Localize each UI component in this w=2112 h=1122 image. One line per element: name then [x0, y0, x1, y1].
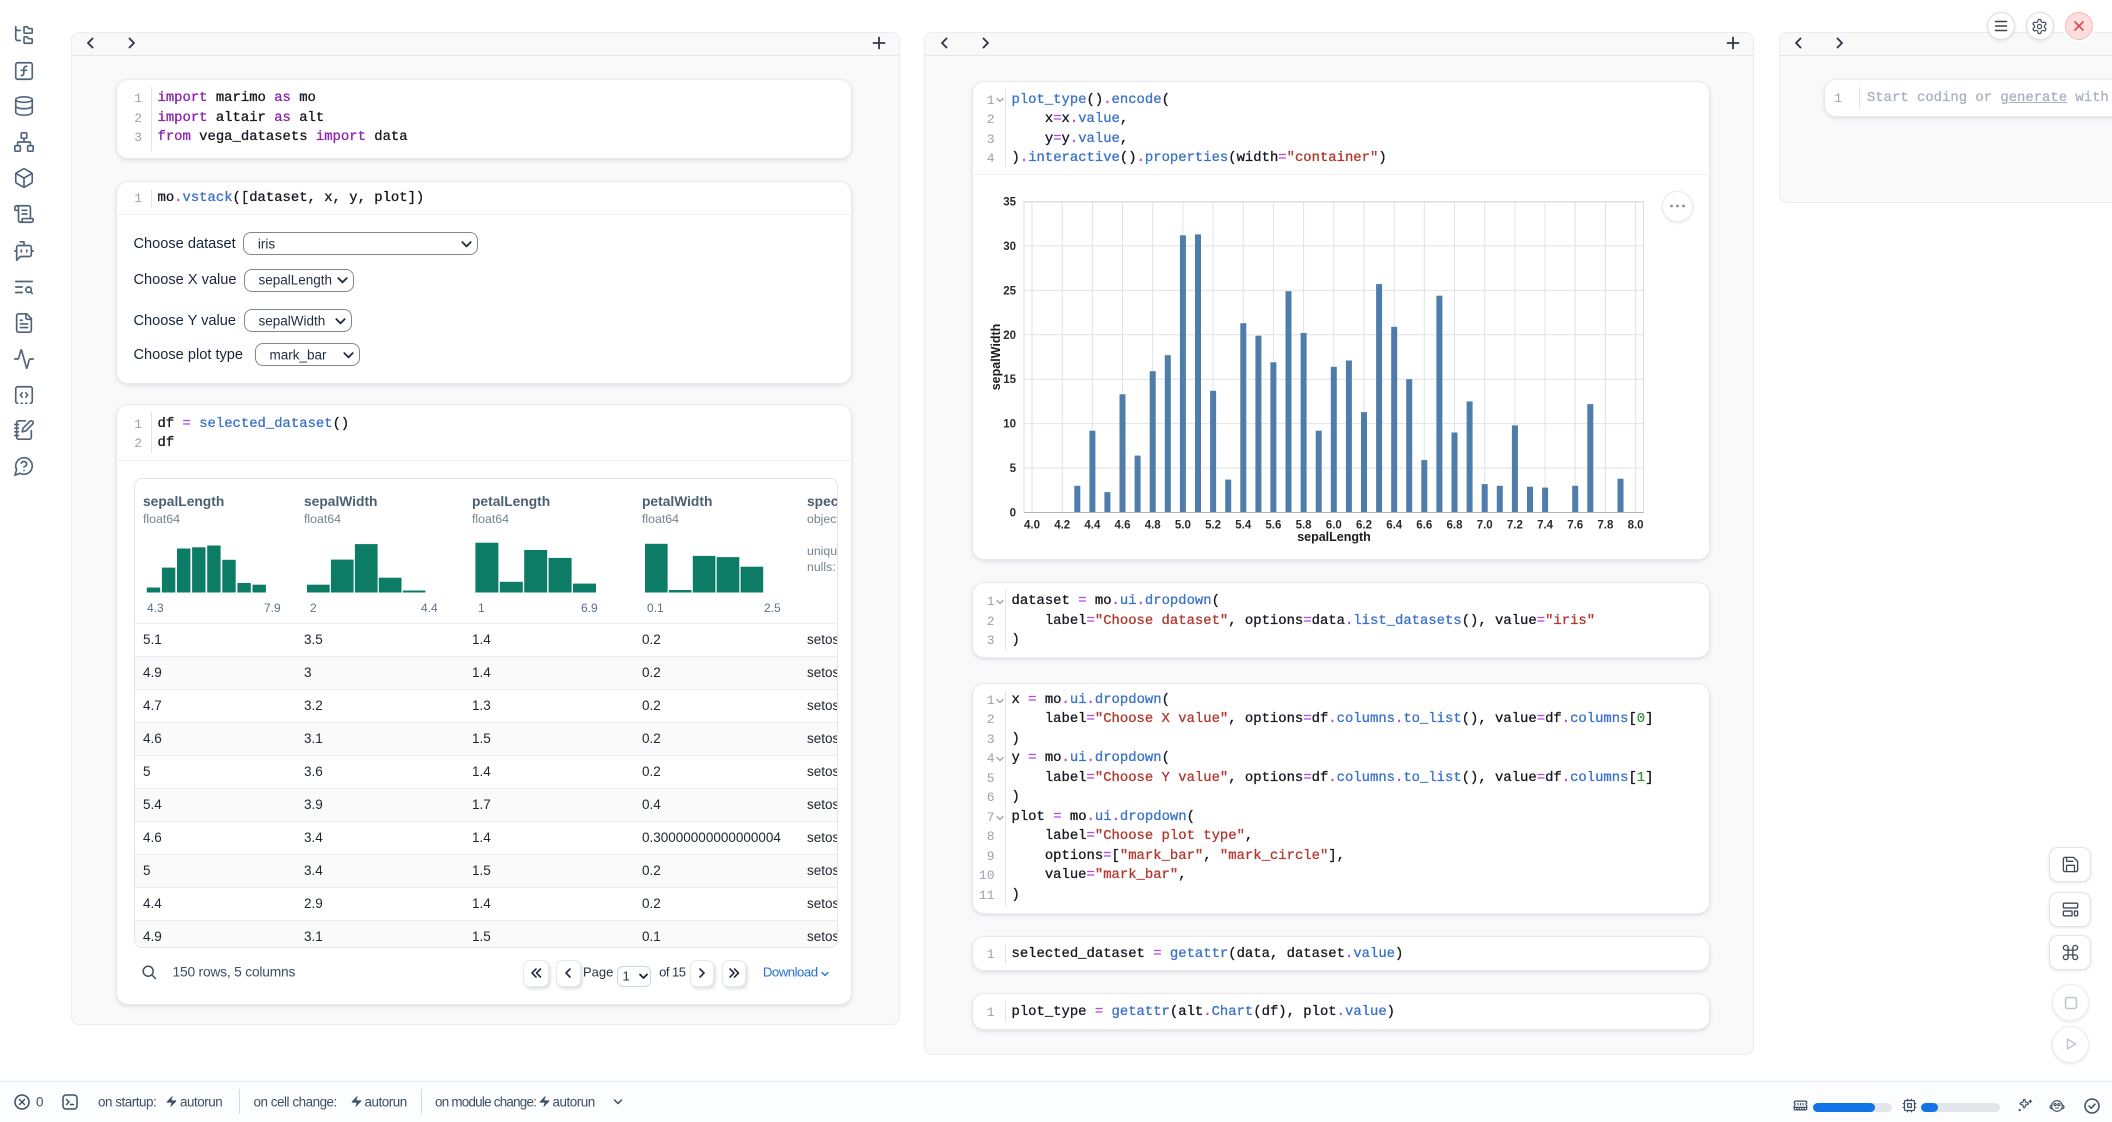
svg-text:7.4: 7.4 — [1537, 520, 1554, 532]
svg-text:4.4: 4.4 — [1084, 520, 1101, 532]
svg-text:25: 25 — [1003, 285, 1016, 297]
svg-text:4.6: 4.6 — [1115, 520, 1131, 532]
svg-text:5.2: 5.2 — [1205, 520, 1221, 532]
svg-text:30: 30 — [1003, 241, 1016, 253]
svg-text:4.8: 4.8 — [1145, 520, 1162, 532]
svg-text:20: 20 — [1003, 330, 1016, 342]
svg-text:7.2: 7.2 — [1507, 520, 1523, 532]
svg-text:7.8: 7.8 — [1597, 520, 1614, 532]
svg-text:5: 5 — [1010, 463, 1017, 475]
svg-text:5.0: 5.0 — [1175, 520, 1191, 532]
svg-text:5.6: 5.6 — [1265, 520, 1281, 532]
svg-text:5.4: 5.4 — [1235, 520, 1252, 532]
svg-text:0: 0 — [1010, 508, 1016, 520]
svg-text:sepalWidth: sepalWidth — [989, 324, 1003, 391]
svg-text:15: 15 — [1003, 374, 1016, 386]
svg-text:10: 10 — [1003, 419, 1016, 431]
svg-text:4.0: 4.0 — [1024, 520, 1040, 532]
svg-text:7.0: 7.0 — [1477, 520, 1493, 532]
svg-text:6.4: 6.4 — [1386, 520, 1403, 532]
svg-text:6.6: 6.6 — [1416, 520, 1432, 532]
svg-text:35: 35 — [1003, 197, 1016, 209]
svg-text:sepalLength: sepalLength — [1297, 530, 1371, 544]
svg-text:6.8: 6.8 — [1447, 520, 1464, 532]
svg-text:4.2: 4.2 — [1054, 520, 1070, 532]
svg-text:8.0: 8.0 — [1628, 520, 1644, 532]
svg-text:7.6: 7.6 — [1567, 520, 1583, 532]
